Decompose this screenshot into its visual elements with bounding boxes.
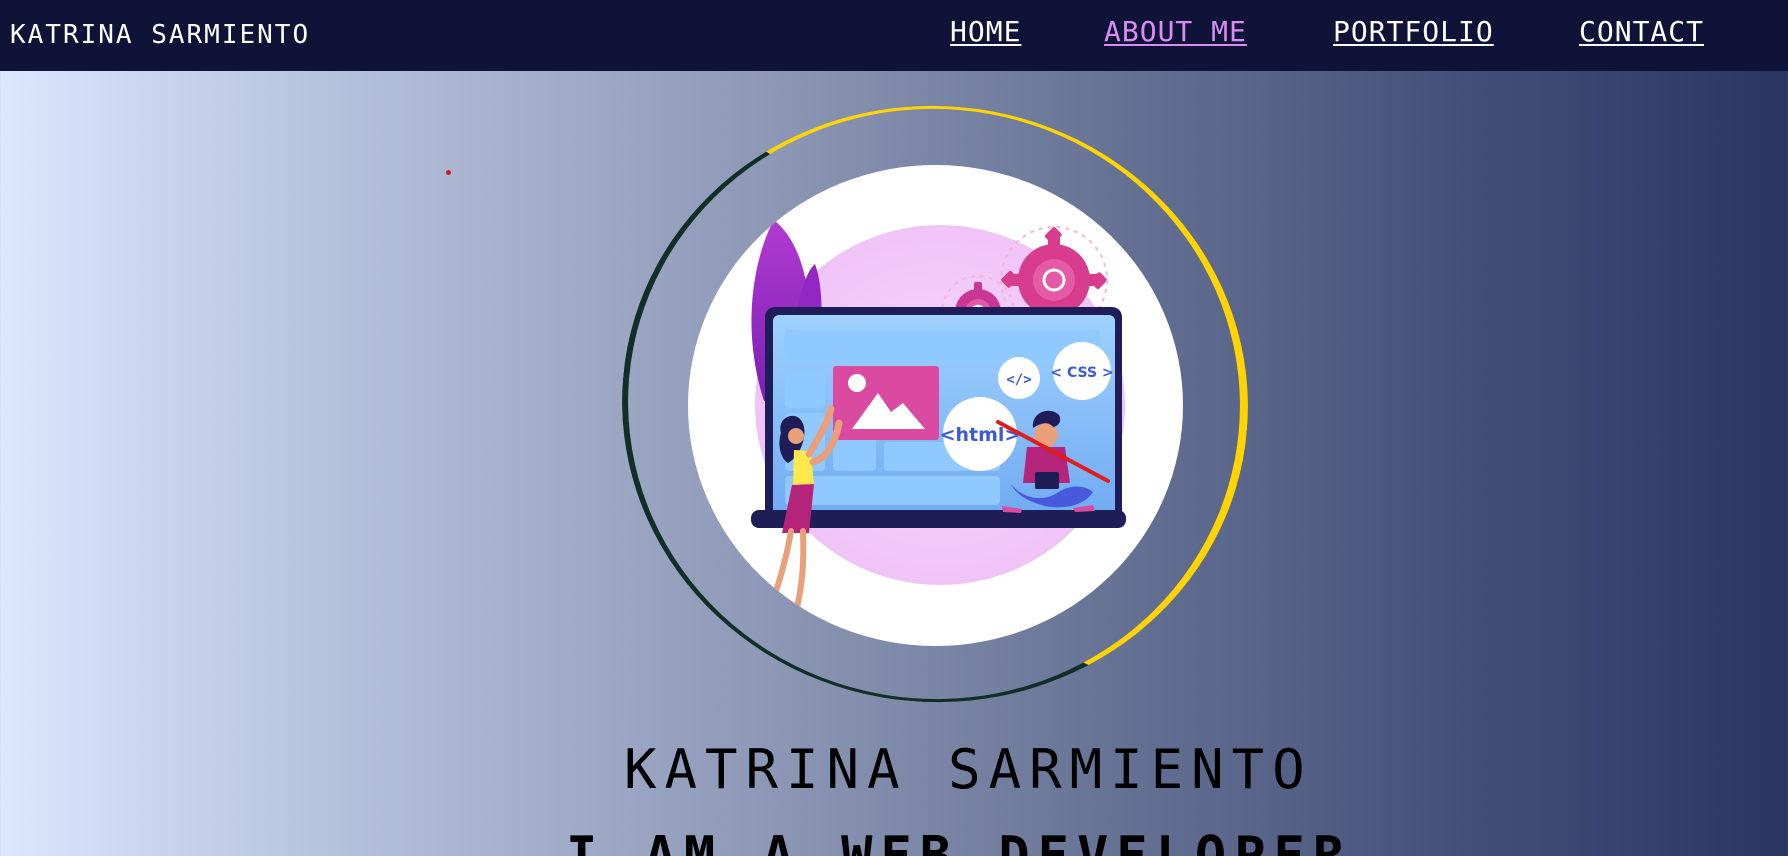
nav-home-link[interactable]: HOME xyxy=(950,16,1021,48)
nav-about-me-link[interactable]: ABOUT ME xyxy=(1104,16,1247,48)
site-brand[interactable]: KATRINA SARMIENTO xyxy=(10,20,310,50)
hero-name: KATRINA SARMIENTO xyxy=(624,738,1313,801)
nav-portfolio-link[interactable]: PORTFOLIO xyxy=(1333,16,1494,48)
image-card-icon xyxy=(833,366,939,440)
css-label: < CSS > xyxy=(1050,365,1113,381)
code-symbol-label: </> xyxy=(1006,372,1031,388)
top-navbar: KATRINA SARMIENTO HOME ABOUT ME PORTFOLI… xyxy=(0,0,1788,71)
code-bubble: </> xyxy=(998,357,1040,399)
hero-image-circle: </> < CSS > <html> xyxy=(688,165,1183,646)
nav-contact-link[interactable]: CONTACT xyxy=(1579,16,1704,48)
hero-role: I AM A WEB DEVELOPER xyxy=(566,826,1353,856)
web-developer-illustration: </> < CSS > <html> xyxy=(751,220,1126,620)
red-dot-mark xyxy=(446,170,451,175)
